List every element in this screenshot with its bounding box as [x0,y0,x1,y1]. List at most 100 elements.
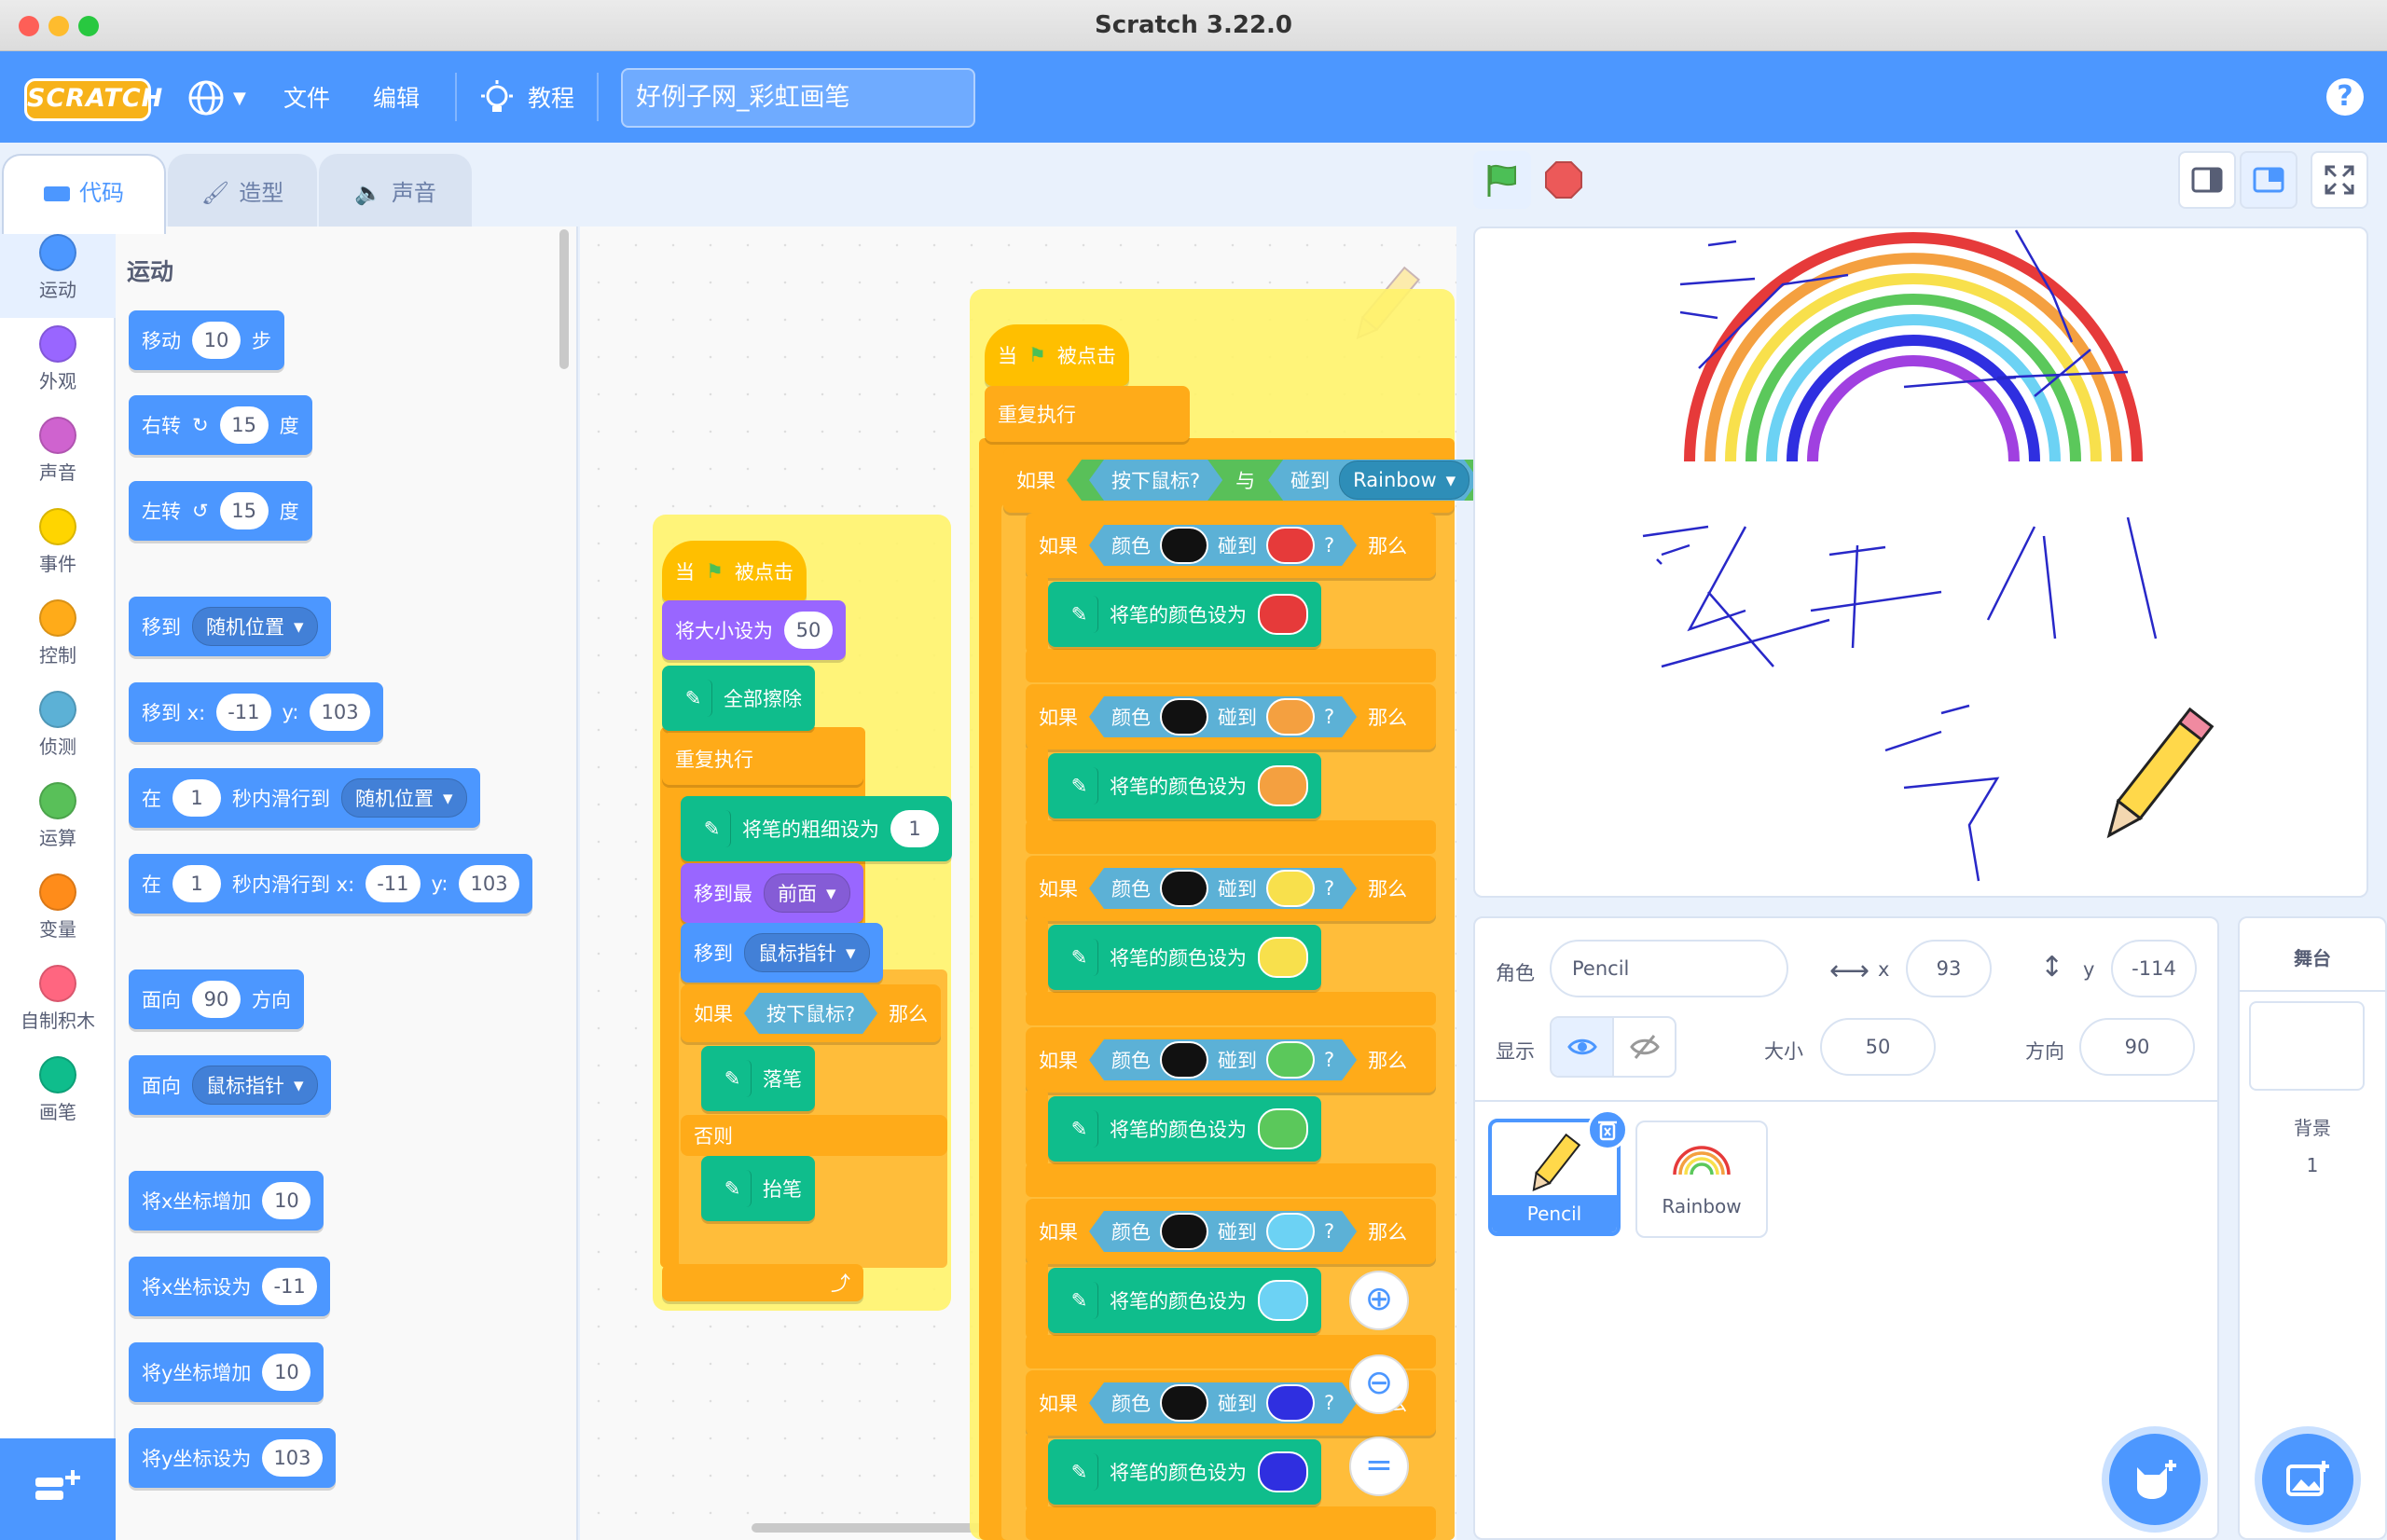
block-set-x[interactable]: 将x坐标设为 -11 [129,1257,330,1316]
y-label: y [2083,958,2095,981]
show-label: 显示 [1496,1040,1535,1063]
color-swatch-black [1160,1213,1208,1250]
category-5[interactable]: 侦测 [0,683,116,775]
category-1[interactable]: 外观 [0,318,116,409]
stage-canvas[interactable] [1473,227,2368,898]
block-forever[interactable]: 重复执行 [985,386,1190,442]
block-change-x[interactable]: 将x坐标增加 10 [129,1171,324,1231]
block-if-color-touching[interactable]: 如果颜色碰到?那么 [1026,513,1436,578]
category-6[interactable]: 运算 [0,775,116,866]
size-input[interactable]: 50 [1820,1018,1936,1076]
category-color-icon [39,599,76,637]
block-move-steps[interactable]: 移动 10 步 [129,310,284,370]
delete-sprite-button[interactable] [1587,1109,1628,1150]
block-go-to-front[interactable]: 移到最 前面 ▾ [681,863,863,923]
tab-costumes[interactable]: 🖌 造型 [168,154,317,228]
scratch-logo[interactable]: SCRATCH [24,78,162,121]
block-change-y[interactable]: 将y坐标增加 10 [129,1342,324,1402]
block-set-pen-color[interactable]: ✎ 将笔的颜色设为 [1048,753,1321,818]
fullscreen-button[interactable] [2311,151,2368,209]
block-pen-clear[interactable]: ✎ 全部擦除 [662,666,815,731]
category-4[interactable]: 控制 [0,592,116,683]
backdrop-thumbnail[interactable] [2249,1001,2365,1091]
zoom-in-button[interactable]: ⊕ [1349,1271,1409,1330]
forever-loop-arrow-icon: ⤴ [662,1264,863,1301]
block-glide-xy[interactable]: 在 1 秒内滑行到 x: -11 y: 103 [129,854,532,914]
hat-when-flag-clicked[interactable]: 当 ⚑ 被点击 [662,541,807,602]
file-menu[interactable]: 文件 [283,80,330,117]
direction-label: 方向 [2025,1040,2064,1063]
block-goto-xy[interactable]: 移到 x: -11 y: 103 [129,682,383,742]
y-position-input[interactable]: -114 [2111,940,2197,997]
category-color-icon [39,1056,76,1093]
block-pen-up[interactable]: ✎ 抬笔 [701,1156,815,1221]
block-set-y[interactable]: 将y坐标设为 103 [129,1428,336,1488]
sprite-tile-rainbow[interactable]: Rainbow [1635,1121,1768,1238]
hide-sprite-button[interactable] [1614,1018,1675,1076]
category-7[interactable]: 变量 [0,866,116,957]
block-set-pen-color[interactable]: ✎ 将笔的颜色设为 [1048,1268,1321,1333]
category-0[interactable]: 运动 [0,227,116,318]
choose-sprite-button[interactable] [2109,1434,2201,1525]
block-if-color-touching[interactable]: 如果颜色碰到?那么 [1026,1199,1436,1264]
block-if-color-touching[interactable]: 如果颜色碰到?那么 [1026,684,1436,749]
pen-strokes [1642,229,2158,882]
category-3[interactable]: 事件 [0,501,116,592]
category-8[interactable]: 自制积木 [0,957,116,1049]
project-title-input[interactable]: 好例子网_彩虹画笔 [621,68,975,128]
help-icon[interactable]: ? [2326,78,2364,116]
block-if-color-touching[interactable]: 如果颜色碰到?那么 [1026,856,1436,921]
block-forever[interactable]: 重复执行 [662,733,863,785]
small-stage-button[interactable] [2178,151,2236,209]
block-if-outer[interactable]: 如果 按下鼠标? 与碰到 Rainbow ▾ [1003,447,1455,513]
block-set-pen-color[interactable]: ✎ 将笔的颜色设为 [1048,1096,1321,1162]
block-goto-mouse[interactable]: 移到 鼠标指针 ▾ [681,923,883,983]
speaker-icon: 🔈 [354,180,382,206]
block-set-size[interactable]: 将大小设为 50 [662,600,846,660]
tab-code[interactable]: 代码 [2,154,166,234]
tutorials-menu[interactable]: 教程 [479,80,574,117]
block-set-pen-color[interactable]: ✎ 将笔的颜色设为 [1048,925,1321,990]
block-pen-down[interactable]: ✎ 落笔 [701,1046,815,1111]
block-goto-random[interactable]: 移到 随机位置 ▾ [129,597,331,656]
block-set-pen-color[interactable]: ✎ 将笔的颜色设为 [1048,1439,1321,1505]
palette-scrollbar[interactable] [559,229,569,369]
stop-icon [1545,161,1582,199]
add-extension-button[interactable] [0,1438,116,1540]
eye-icon [1566,1038,1597,1055]
choose-backdrop-button[interactable] [2262,1434,2353,1525]
color-swatch-black [1160,1041,1208,1079]
edit-menu[interactable]: 编辑 [373,80,420,117]
block-turn-right[interactable]: 右转 ↻ 15 度 [129,395,312,455]
eye-slash-icon [1629,1035,1660,1059]
block-turn-left[interactable]: 左转 ↺ 15 度 [129,481,312,541]
stop-button[interactable] [1535,151,1593,209]
category-color-icon [39,417,76,454]
direction-input[interactable]: 90 [2079,1018,2195,1076]
tab-sounds[interactable]: 🔈 声音 [319,154,472,228]
x-position-input[interactable]: 93 [1906,940,1992,997]
block-point-direction[interactable]: 面向 90 方向 [129,969,304,1029]
block-glide-random[interactable]: 在 1 秒内滑行到 随机位置 ▾ [129,768,480,828]
show-sprite-button[interactable] [1552,1018,1614,1076]
color-swatch-target [1266,1213,1315,1250]
block-if-color-touching[interactable]: 如果颜色碰到?那么 [1026,1027,1436,1093]
brush-icon: 🖌 [200,180,230,206]
category-color-icon [39,325,76,363]
hat-when-flag-clicked[interactable]: 当 ⚑ 被点击 [985,324,1129,386]
large-stage-button[interactable] [2240,151,2297,209]
pen-icon: ✎ [714,1060,752,1097]
block-if-else[interactable]: 如果 按下鼠标? 那么 [681,984,942,1042]
zoom-out-button[interactable]: ⊖ [1349,1354,1409,1414]
block-set-pen-size[interactable]: ✎ 将笔的粗细设为 1 [681,796,952,861]
green-flag-button[interactable] [1473,151,1531,209]
category-label: 外观 [39,370,76,392]
category-9[interactable]: 画笔 [0,1049,116,1140]
zoom-reset-button[interactable]: = [1349,1437,1409,1496]
sprite-name-input[interactable]: Pencil [1550,940,1788,997]
block-point-towards[interactable]: 面向 鼠标指针 ▾ [129,1055,331,1115]
lightbulb-icon [481,80,513,112]
language-menu[interactable]: ▼ [186,78,246,117]
category-2[interactable]: 声音 [0,409,116,501]
block-set-pen-color[interactable]: ✎ 将笔的颜色设为 [1048,582,1321,647]
